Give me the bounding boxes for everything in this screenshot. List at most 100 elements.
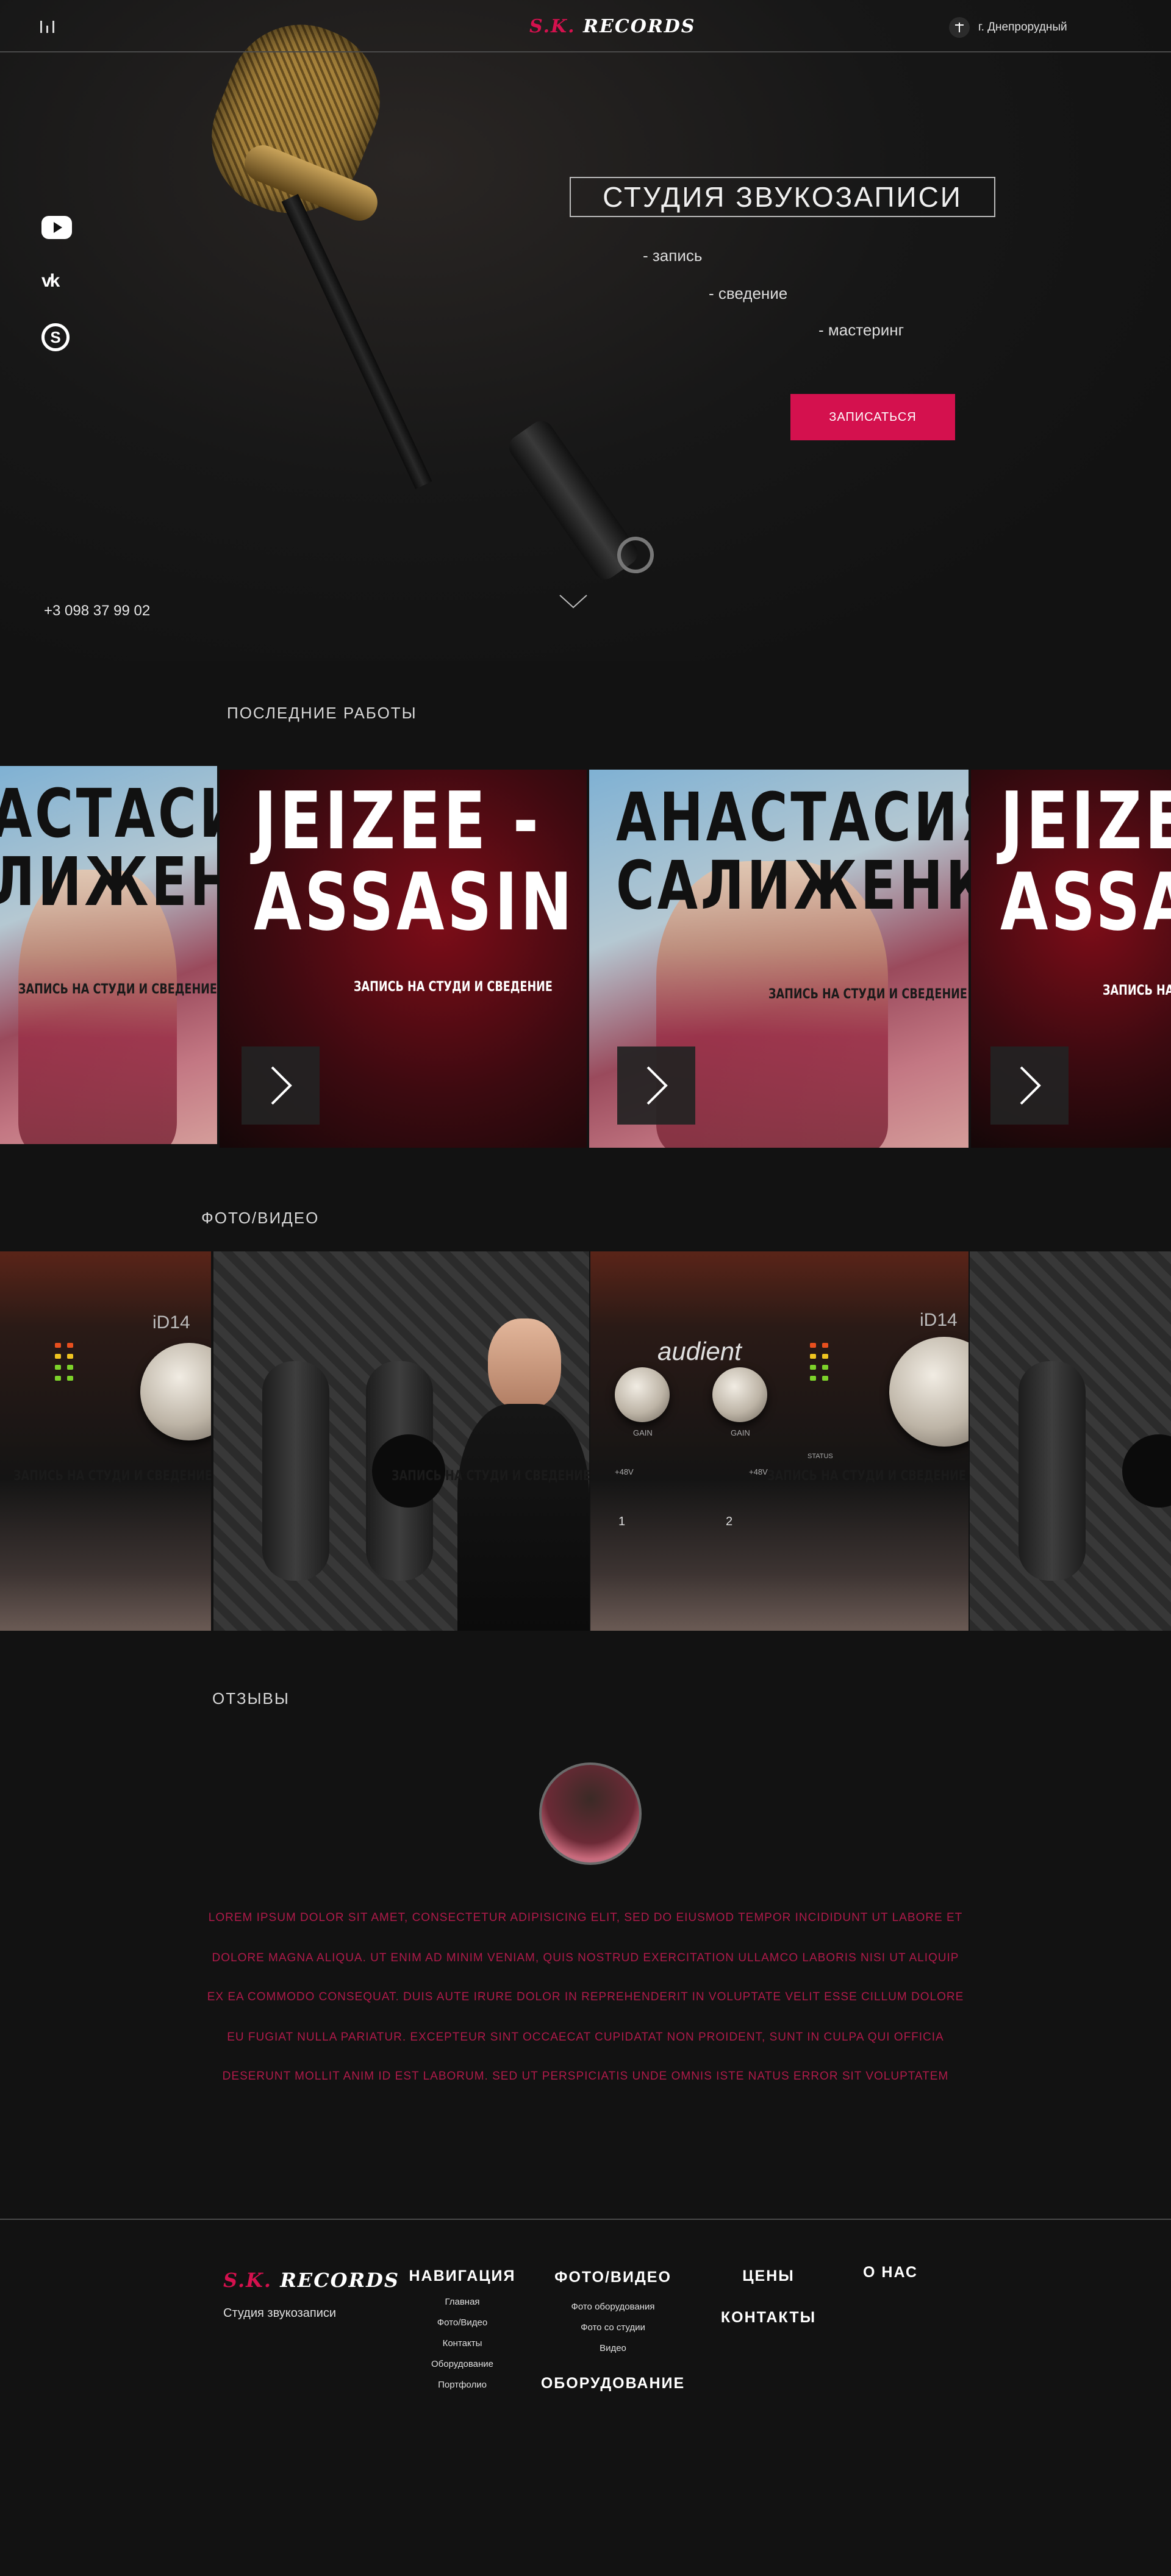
media-photo[interactable]: ЗАПИСЬ НА СТУДИ И СВЕДЕНИЕ	[213, 1251, 589, 1631]
footer-link-equipment[interactable]: Оборудование	[407, 2359, 517, 2369]
work-card-subtitle: ЗАПИСЬ НА СТУДИ И СВЕДЕНИЕ	[18, 982, 217, 997]
media-photo[interactable]	[970, 1251, 1171, 1631]
media-caption: ЗАПИСЬ НА СТУДИ И СВЕДЕНИЕ	[767, 1469, 966, 1484]
reviewer-avatar	[539, 1762, 642, 1865]
gain-knob	[615, 1367, 670, 1422]
work-card-title: JEIZEE - ASSASIN	[254, 781, 575, 942]
phone-number[interactable]: +3 098 37 99 02	[44, 603, 150, 620]
logo-sk: S.K.	[529, 16, 576, 37]
media-photo[interactable]: iD14 ЗАПИСЬ НА СТУДИ И СВЕДЕНИЕ	[0, 1251, 211, 1631]
work-card-title-line2: ЛИЖЕНКО	[0, 843, 217, 921]
footer-link-video[interactable]: Видео	[543, 2343, 683, 2353]
work-card-subtitle: ЗАПИСЬ НА	[1103, 983, 1171, 998]
work-card-title: АНАСТАСИЯ САЛИЖЕНКО	[616, 783, 969, 920]
media-caption: ЗАПИСЬ НА СТУДИ И СВЕДЕНИЕ	[13, 1469, 211, 1484]
work-card-subtitle: ЗАПИСЬ НА СТУДИ И СВЕДЕНИЕ	[768, 987, 967, 1002]
menu-icon[interactable]	[40, 21, 60, 33]
social-links: vk S	[41, 216, 72, 351]
work-card-title-line2: ASSASIN	[254, 855, 575, 948]
footer-prices[interactable]: ЦЕНЫ	[707, 2267, 829, 2285]
scroll-down-icon[interactable]	[556, 584, 590, 618]
headphones-image	[1019, 1361, 1086, 1581]
work-card-title: JEIZE ASSA	[1000, 781, 1171, 942]
footer-contacts[interactable]: КОНТАКТЫ	[707, 2309, 829, 2327]
work-card-title: АСТАСИЯ ЛИЖЕНКО	[0, 775, 217, 921]
person-body-image	[457, 1404, 589, 1631]
service-recording: - запись	[643, 246, 703, 265]
service-mastering: - мастеринг	[818, 321, 904, 339]
work-card-next-button[interactable]	[242, 1046, 320, 1125]
footer-link-equipment-photos[interactable]: Фото оборудования	[543, 2302, 683, 2312]
location[interactable]: г. Днепрорудный	[949, 17, 1067, 38]
footer-link-media[interactable]: Фото/Видео	[407, 2317, 517, 2328]
footer-link-studio-photos[interactable]: Фото со студии	[543, 2322, 683, 2333]
gain-label: GAIN	[633, 1428, 653, 1437]
device-brand: audient	[657, 1337, 742, 1365]
footer-nav-title[interactable]: НАВИГАЦИЯ	[407, 2267, 517, 2285]
work-card[interactable]: JEIZEE - ASSASIN ЗАПИСЬ НА СТУДИ И СВЕДЕ…	[220, 770, 587, 1148]
work-card[interactable]: АСТАСИЯ ЛИЖЕНКО ЗАПИСЬ НА СТУДИ И СВЕДЕН…	[0, 766, 217, 1144]
channel-number: 2	[726, 1515, 733, 1528]
hero-title: СТУДИЯ ЗВУКОЗАПИСИ	[570, 177, 995, 217]
person-face-image	[488, 1318, 561, 1410]
footer-logo[interactable]: S.K. RECORDS	[223, 2269, 399, 2292]
work-card-next-button[interactable]	[990, 1046, 1069, 1125]
work-card-subtitle: ЗАПИСЬ НА СТУДИ И СВЕДЕНИЕ	[354, 979, 553, 995]
footer-link-portfolio[interactable]: Портфолио	[407, 2380, 517, 2390]
review-text-line: DESERUNT MOLLIT ANIM ID EST LABORUM. SED…	[222, 2070, 949, 2083]
chevron-right-icon	[646, 1066, 668, 1105]
work-card-title-line1: АСТАСИЯ	[0, 775, 217, 853]
logo-records: RECORDS	[583, 16, 696, 37]
book-button[interactable]: ЗАПИСАТЬСЯ	[790, 394, 955, 440]
work-card-title-line2: ASSA	[1000, 855, 1171, 948]
footer-link-contacts[interactable]: Контакты	[407, 2338, 517, 2349]
work-card[interactable]: JEIZE ASSA ЗАПИСЬ НА	[971, 770, 1171, 1148]
status-label: STATUS	[808, 1453, 833, 1460]
footer-media-title[interactable]: ФОТО/ВИДЕО	[543, 2269, 683, 2286]
work-card-title-line1: JEIZE	[1000, 775, 1171, 867]
chevron-right-icon	[1020, 1066, 1041, 1105]
gain-label: GAIN	[731, 1428, 750, 1437]
site-header: S.K. RECORDS г. Днепрорудный	[0, 0, 1171, 52]
media-caption: ЗАПИСЬ НА СТУДИ И СВЕДЕНИЕ	[392, 1469, 589, 1484]
footer-about[interactable]: О НАС	[829, 2264, 951, 2281]
service-mixing: - сведение	[709, 284, 788, 302]
chevron-right-icon	[271, 1066, 292, 1105]
youtube-icon[interactable]	[41, 216, 72, 239]
skype-icon[interactable]: S	[41, 323, 70, 351]
microphone-image	[1122, 1434, 1171, 1508]
gain-knob	[712, 1367, 767, 1422]
volume-knob	[889, 1337, 969, 1447]
headphones-image	[262, 1361, 329, 1581]
microphone-stand-image	[281, 194, 432, 489]
device-model: iD14	[920, 1310, 958, 1330]
device-model: iD14	[152, 1312, 190, 1333]
reviews-title: ОТЗЫВЫ	[212, 1689, 290, 1708]
knob-image	[140, 1343, 211, 1440]
logo-sk: S.K.	[223, 2269, 273, 2292]
work-card-title-line1: АНАСТАСИЯ	[616, 778, 969, 856]
location-pin-icon	[949, 17, 970, 38]
phantom-label: +48V	[749, 1467, 768, 1476]
logo-records: RECORDS	[280, 2269, 399, 2292]
hero-section: vk S СТУДИЯ ЗВУКОЗАПИСИ - запись - сведе…	[0, 0, 1171, 661]
footer-tagline: Студия звукозаписи	[223, 2306, 337, 2320]
header-logo[interactable]: S.K. RECORDS	[529, 16, 694, 37]
review-text-line: EU FUGIAT NULLA PARIATUR. EXCEPTEUR SINT…	[227, 2031, 944, 2044]
footer-divider	[0, 2219, 1171, 2220]
review-text-line: DOLORE MAGNA ALIQUA. UT ENIM AD MINIM VE…	[212, 1952, 959, 1964]
footer-equipment[interactable]: ОБОРУДОВАНИЕ	[537, 2375, 689, 2392]
work-card-next-button[interactable]	[617, 1046, 695, 1125]
media-photo[interactable]: audient iD14 GAIN GAIN +48V +48V 1 2 STA…	[590, 1251, 969, 1631]
media-title: ФОТО/ВИДЕО	[201, 1209, 320, 1227]
vk-icon[interactable]: vk	[41, 267, 72, 295]
work-card-title-line1: JEIZEE -	[254, 775, 542, 867]
work-card[interactable]: АНАСТАСИЯ САЛИЖЕНКО ЗАПИСЬ НА СТУДИ И СВ…	[589, 770, 969, 1148]
footer-link-home[interactable]: Главная	[407, 2297, 517, 2307]
location-label: г. Днепрорудный	[978, 21, 1067, 34]
channel-number: 1	[618, 1515, 626, 1528]
review-text-line: LOREM IPSUM DOLOR SIT AMET, CONSECTETUR …	[208, 1911, 963, 1924]
works-title: ПОСЛЕДНИЕ РАБОТЫ	[227, 704, 417, 722]
review-text-line: EX EA COMMODO CONSEQUAT. DUIS AUTE IRURE…	[207, 1991, 964, 2003]
work-card-title-line2: САЛИЖЕНКО	[616, 846, 969, 925]
